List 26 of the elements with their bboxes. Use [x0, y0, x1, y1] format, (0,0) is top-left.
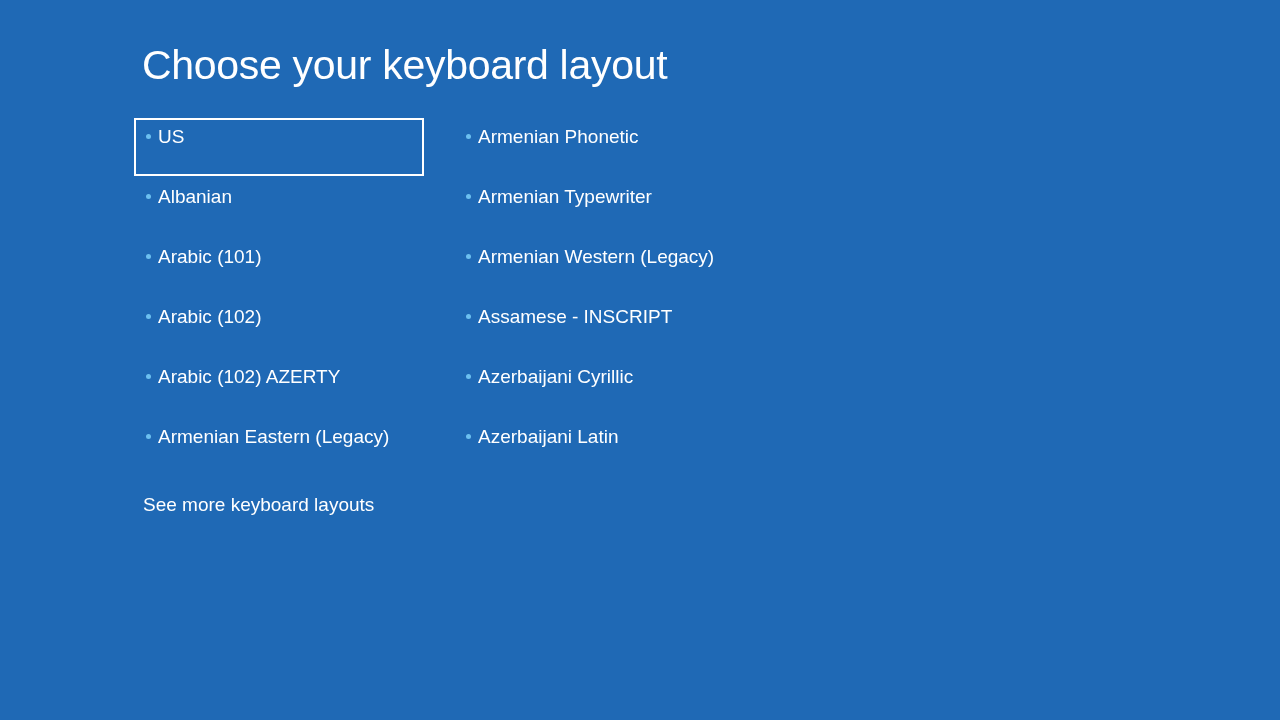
dot-icon — [466, 194, 471, 199]
page-title: Choose your keyboard layout — [142, 41, 668, 90]
layout-option[interactable]: Arabic (102) — [134, 298, 424, 356]
layout-option[interactable]: Assamese - INSCRIPT — [454, 298, 744, 356]
layout-option[interactable]: Azerbaijani Cyrillic — [454, 358, 744, 416]
layout-option[interactable]: Armenian Typewriter — [454, 178, 744, 236]
dot-icon — [466, 134, 471, 139]
dot-icon — [466, 254, 471, 259]
layout-option[interactable]: Arabic (101) — [134, 238, 424, 296]
dot-icon — [466, 314, 471, 319]
dot-icon — [146, 254, 151, 259]
dot-icon — [146, 374, 151, 379]
layout-option[interactable]: Armenian Phonetic — [454, 118, 744, 176]
layout-option[interactable]: Armenian Western (Legacy) — [454, 238, 744, 296]
dot-icon — [146, 134, 151, 139]
layout-option[interactable]: Albanian — [134, 178, 424, 236]
dot-icon — [146, 194, 151, 199]
layout-option[interactable]: Arabic (102) AZERTY — [134, 358, 424, 416]
dot-icon — [146, 434, 151, 439]
layout-option[interactable]: Azerbaijani Latin — [454, 418, 744, 476]
dot-icon — [466, 374, 471, 379]
dot-icon — [146, 314, 151, 319]
see-more-link[interactable]: See more keyboard layouts — [143, 492, 375, 518]
dot-icon — [466, 434, 471, 439]
layout-option[interactable]: Armenian Eastern (Legacy) — [134, 418, 424, 476]
layout-option[interactable]: US — [134, 118, 424, 176]
